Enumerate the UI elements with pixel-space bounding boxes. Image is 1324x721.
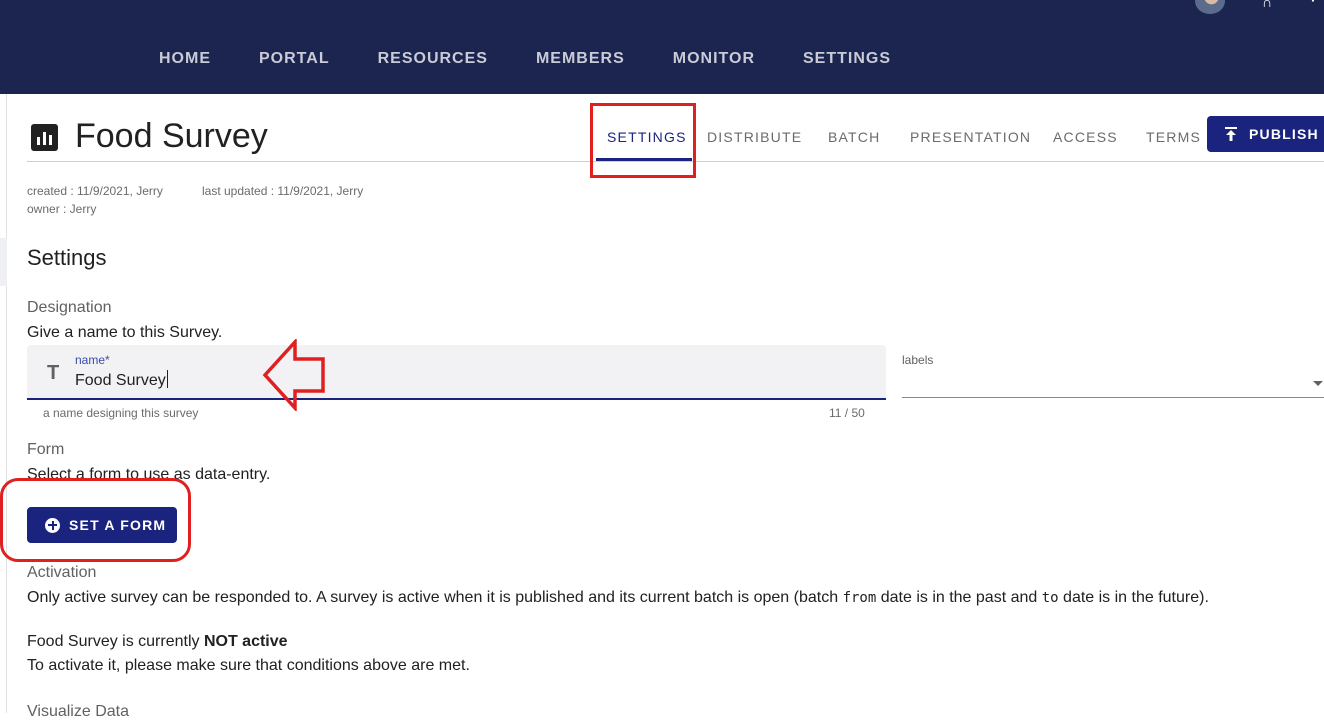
home-icon[interactable]: ∩ [1262,0,1272,10]
bar-chart-icon [31,124,58,151]
nav-item-settings[interactable]: SETTINGS [803,50,891,68]
publish-icon [1225,127,1237,141]
activation-text-3: date is in the future). [1058,589,1209,606]
sidebar-edge [6,94,7,713]
activation-instruction: To activate it, please make sure that co… [27,657,470,674]
visualize-title: Visualize Data [27,703,129,720]
tab-presentation[interactable]: PRESENTATION [910,129,1031,145]
name-hint: a name designing this survey [43,406,199,420]
code-to: to [1041,590,1059,606]
tab-access[interactable]: ACCESS [1053,129,1118,145]
activation-text-2: date is in the past and [876,589,1042,606]
tab-batch[interactable]: BATCH [828,129,880,145]
annotation-box-set-form [0,478,191,562]
nav-item-members[interactable]: MEMBERS [536,50,625,68]
updated-info: last updated : 11/9/2021, Jerry [202,184,364,198]
nav-item-home[interactable]: HOME [159,50,211,68]
activation-text-1: Only active survey can be responded to. … [27,589,843,606]
tab-distribute[interactable]: DISTRIBUTE [707,129,802,145]
form-title: Form [27,441,65,458]
annotation-box-settings-tab [590,103,696,178]
nav-item-resources[interactable]: RESOURCES [378,50,488,68]
page-title: Food Survey [75,117,268,155]
created-info: created : 11/9/2021, Jerry [27,184,163,198]
text-type-icon: T [47,362,60,384]
annotation-arrow-icon [262,339,325,411]
status-prefix: Food Survey is currently [27,633,204,650]
activation-title: Activation [27,564,97,581]
labels-select[interactable] [902,397,1324,398]
publish-button[interactable]: PUBLISH [1207,116,1324,152]
designation-description: Give a name to this Survey. [27,324,223,341]
top-nav-bar: ∩ · HOME PORTAL RESOURCES MEMBERS MONITO… [0,0,1324,94]
name-field-label: name* [75,353,110,367]
text-cursor [166,370,168,388]
owner-info: owner : Jerry [27,202,97,216]
labels-field-label: labels [902,353,934,367]
name-input[interactable]: Food Survey [75,370,168,390]
status-value: NOT active [203,633,288,650]
user-avatar[interactable] [1195,0,1225,14]
main-nav: HOME PORTAL RESOURCES MEMBERS MONITOR SE… [159,50,939,68]
activation-status: Food Survey is currently NOT active [27,633,288,651]
settings-heading: Settings [27,245,107,270]
code-from: from [842,590,877,606]
more-menu-icon[interactable]: · [1311,0,1316,8]
designation-title: Designation [27,299,112,316]
publish-label: PUBLISH [1249,126,1319,142]
nav-item-portal[interactable]: PORTAL [259,50,330,68]
sidebar-marker [0,238,7,286]
name-char-counter: 11 / 50 [829,406,865,420]
name-input-value: Food Survey [75,372,166,389]
activation-description: Only active survey can be responded to. … [27,589,1209,607]
chevron-down-icon[interactable] [1313,381,1323,386]
nav-item-monitor[interactable]: MONITOR [673,50,755,68]
tab-terms[interactable]: TERMS [1146,129,1201,145]
